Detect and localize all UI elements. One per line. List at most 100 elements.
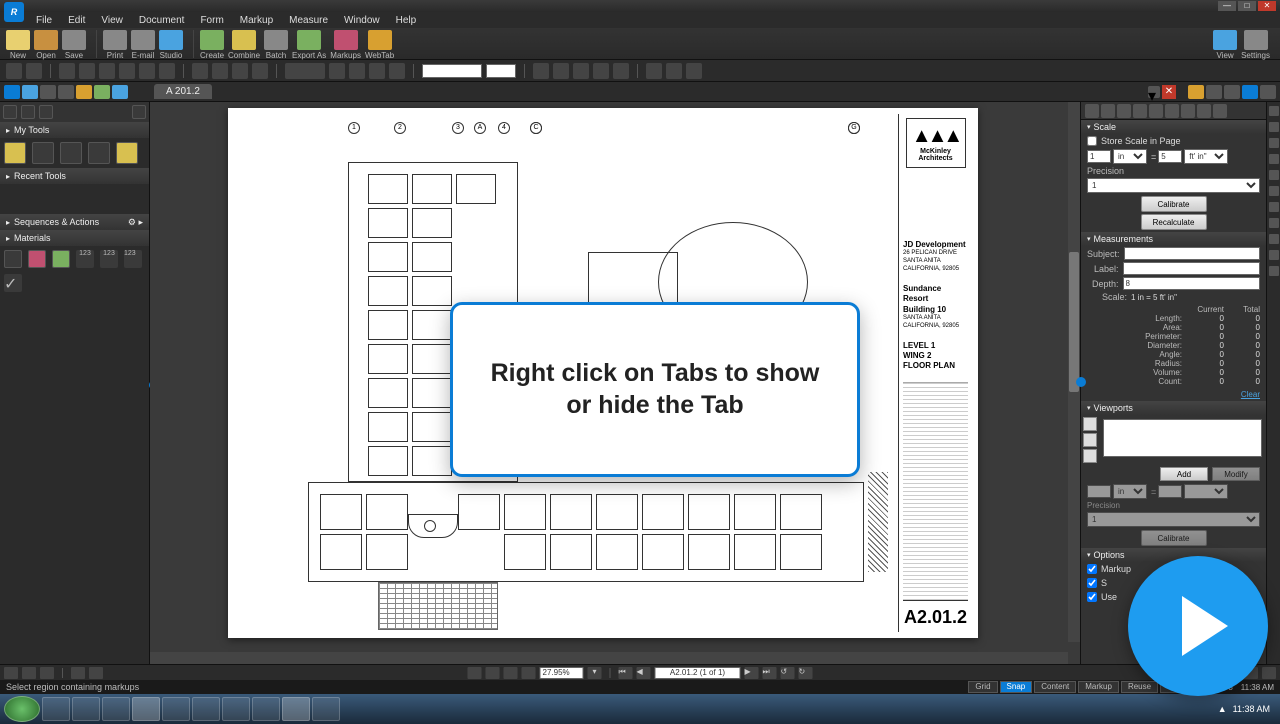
font-color[interactable] (533, 63, 549, 79)
scale-section-header[interactable]: ▾Scale (1081, 120, 1266, 134)
toggle-markup[interactable]: Markup (1078, 681, 1119, 693)
task-app-4[interactable] (222, 697, 250, 721)
sequences-header[interactable]: ▸Sequences & Actions⚙ ▸ (0, 214, 149, 230)
panel-toggle-4[interactable] (58, 85, 74, 99)
rp-icon-3[interactable] (1117, 104, 1131, 118)
minimize-button[interactable]: — (1218, 1, 1236, 11)
rp-icon-2[interactable] (1101, 104, 1115, 118)
docbar-btn-5[interactable] (89, 667, 103, 679)
rotate-ccw[interactable]: ↺ (781, 667, 795, 679)
panel-toggle-5[interactable] (76, 85, 92, 99)
viewport-delete[interactable]: ✕ (1083, 449, 1097, 463)
recent-tools-header[interactable]: ▸Recent Tools (0, 168, 149, 184)
first-page[interactable]: ⏮ (619, 667, 633, 679)
task-app-5[interactable] (252, 697, 280, 721)
rp-icon-9[interactable] (1213, 104, 1227, 118)
document-canvas[interactable]: 1 2 3 4 A A B C D E F G (150, 102, 1080, 664)
task-app-3[interactable] (192, 697, 220, 721)
text-tool[interactable] (522, 667, 536, 679)
strip-icon-2[interactable] (1269, 122, 1279, 132)
ribbon-markups[interactable]: Markups (330, 30, 361, 60)
line-style[interactable] (285, 63, 325, 79)
strip-icon-4[interactable] (1269, 154, 1279, 164)
rotate-cw[interactable]: ↻ (799, 667, 813, 679)
menu-view[interactable]: View (93, 15, 131, 26)
ribbon-combine[interactable]: Combine (228, 30, 260, 60)
ribbon-save[interactable]: Save (62, 30, 86, 60)
tab-dropdown[interactable]: ▾ (1148, 86, 1160, 98)
ribbon-webtab[interactable]: WebTab (365, 30, 394, 60)
tool-button-2[interactable] (139, 63, 155, 79)
text-align-1[interactable] (646, 63, 662, 79)
toggle-reuse[interactable]: Reuse (1121, 681, 1158, 693)
panel-toggle-2[interactable] (22, 85, 38, 99)
scale-right-unit[interactable]: ft' in" (1184, 149, 1228, 164)
option-use[interactable] (1087, 592, 1097, 602)
pan-tool[interactable] (468, 667, 482, 679)
vertical-scrollbar[interactable] (1068, 102, 1080, 642)
close-button[interactable]: ✕ (1258, 1, 1276, 11)
scale-left-value[interactable] (1087, 150, 1111, 163)
ribbon-email[interactable]: E-mail (131, 30, 155, 60)
calibrate-button[interactable]: Calibrate (1141, 196, 1207, 212)
ribbon-create[interactable]: Create (200, 30, 224, 60)
docbar-btn-2[interactable] (22, 667, 36, 679)
rp-icon-6[interactable] (1165, 104, 1179, 118)
rpanel-toggle-1[interactable] (1188, 85, 1204, 99)
task-media[interactable] (102, 697, 130, 721)
start-button[interactable] (4, 696, 40, 722)
next-page[interactable]: ▶ (745, 667, 759, 679)
document-tab[interactable]: A 201.2 (154, 84, 212, 99)
viewport-list[interactable] (1103, 419, 1262, 457)
italic-button[interactable] (573, 63, 589, 79)
text-align-2[interactable] (666, 63, 682, 79)
copy-button[interactable] (79, 63, 95, 79)
lp-btn-gear[interactable] (132, 105, 146, 119)
strip-icon-7[interactable] (1269, 202, 1279, 212)
clear-link[interactable]: Clear (1081, 388, 1266, 401)
ribbon-batch[interactable]: Batch (264, 30, 288, 60)
panel-toggle-3[interactable] (40, 85, 56, 99)
docbar-btn-1[interactable] (4, 667, 18, 679)
viewport-modify[interactable]: Modify (1212, 467, 1260, 481)
menu-document[interactable]: Document (131, 15, 193, 26)
ribbon-export[interactable]: Export As (292, 30, 326, 60)
ribbon-open[interactable]: Open (34, 30, 58, 60)
viewport-add[interactable]: Add (1160, 467, 1208, 481)
menu-markup[interactable]: Markup (232, 15, 281, 26)
ribbon-new[interactable]: New (6, 30, 30, 60)
strip-icon-6[interactable] (1269, 186, 1279, 196)
task-ie[interactable] (42, 697, 70, 721)
rp-icon-7[interactable] (1181, 104, 1195, 118)
scale-right-value[interactable] (1158, 150, 1182, 163)
video-play-button[interactable] (1128, 556, 1268, 696)
option-show[interactable] (1087, 578, 1097, 588)
lp-btn-3[interactable] (39, 105, 53, 119)
prev-page[interactable]: ◀ (637, 667, 651, 679)
viewport-up[interactable]: ▲ (1083, 417, 1097, 431)
redo-button[interactable] (26, 63, 42, 79)
toggle-content[interactable]: Content (1034, 681, 1076, 693)
task-revu[interactable] (282, 697, 310, 721)
panel-toggle-6[interactable] (94, 85, 110, 99)
highlight-button[interactable] (192, 63, 208, 79)
maximize-button[interactable]: □ (1238, 1, 1256, 11)
strip-icon-5[interactable] (1269, 170, 1279, 180)
materials-header[interactable]: ▸Materials (0, 230, 149, 246)
tool-button[interactable] (119, 63, 135, 79)
subject-input[interactable] (1124, 247, 1260, 260)
select-tool[interactable] (486, 667, 500, 679)
grid-button[interactable] (252, 63, 268, 79)
rp-icon-4[interactable] (1133, 104, 1147, 118)
align-left[interactable] (369, 63, 385, 79)
cut-button[interactable] (59, 63, 75, 79)
precision-select[interactable]: 1 (1087, 178, 1260, 193)
line-button[interactable] (232, 63, 248, 79)
strip-icon-8[interactable] (1269, 218, 1279, 228)
viewport-down[interactable]: ▼ (1083, 433, 1097, 447)
ribbon-print[interactable]: Print (103, 30, 127, 60)
bold-button[interactable] (553, 63, 569, 79)
mat-3[interactable] (52, 250, 70, 268)
strip-icon-10[interactable] (1269, 250, 1279, 260)
viewports-section-header[interactable]: ▾Viewports (1081, 401, 1266, 415)
